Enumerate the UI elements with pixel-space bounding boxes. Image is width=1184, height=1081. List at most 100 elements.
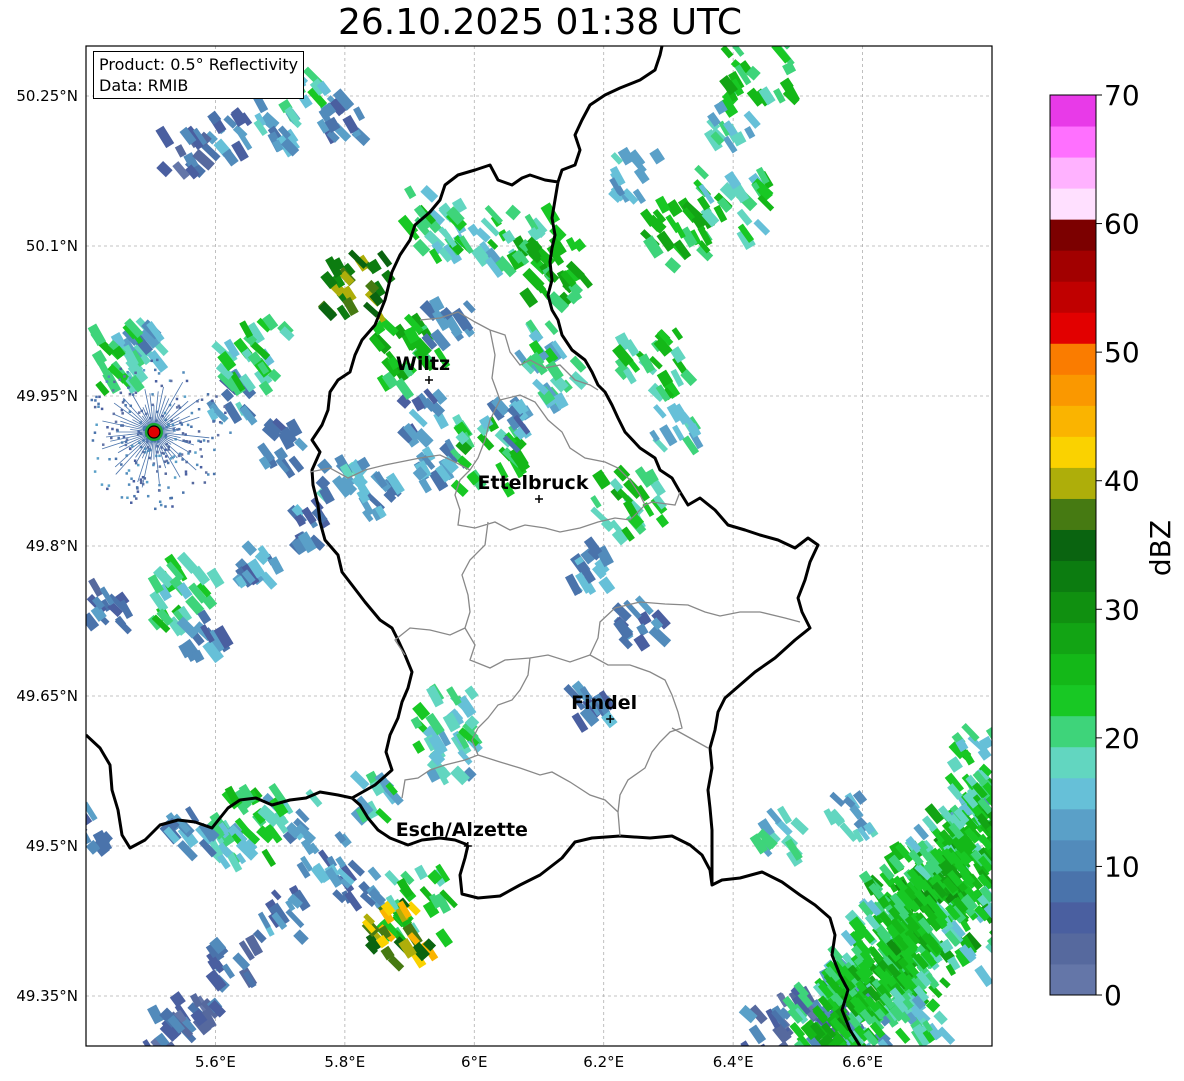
colorbar-segment — [1050, 808, 1096, 841]
reflectivity-echo — [1007, 810, 1023, 827]
colorbar-segment — [1050, 529, 1096, 562]
reflectivity-echo — [167, 486, 170, 489]
reflectivity-echo — [202, 439, 206, 442]
lat-tick-label: 49.8°N — [26, 537, 78, 555]
reflectivity-echo — [223, 405, 226, 409]
colorbar-segment — [1050, 95, 1096, 127]
reflectivity-echo — [989, 852, 992, 875]
reflectivity-echo — [86, 354, 87, 374]
reflectivity-echo — [119, 391, 123, 395]
reflectivity-echo — [130, 477, 133, 480]
reflectivity-echo — [107, 484, 111, 487]
colorbar-segment — [1050, 591, 1096, 624]
reflectivity-echo — [1004, 785, 1020, 802]
colorbar: 0 10 20 30 40 50 60 70 dBZ — [1049, 79, 1177, 1012]
reflectivity-echo — [126, 370, 129, 374]
reflectivity-echo — [1000, 959, 1013, 973]
reflectivity-echo — [133, 459, 137, 462]
reflectivity-echo — [96, 457, 100, 460]
reflectivity-echo — [993, 962, 1009, 980]
reflectivity-echo — [177, 404, 181, 408]
reflectivity-echo — [997, 776, 1013, 793]
reflectivity-echo — [768, 1049, 781, 1063]
lon-tick-label: 5.8°E — [324, 1053, 365, 1071]
colorbar-segment — [1050, 126, 1096, 158]
reflectivity-echo — [1012, 812, 1028, 829]
reflectivity-echo — [127, 469, 131, 472]
reflectivity-echo — [819, 1058, 835, 1075]
reflectivity-echo — [1017, 752, 1033, 769]
reflectivity-echo — [93, 405, 97, 409]
reflectivity-echo — [130, 501, 133, 504]
reflectivity-echo — [113, 380, 116, 384]
reflectivity-echo — [184, 473, 188, 476]
product-text: Product: 0.5° Reflectivity — [99, 55, 299, 74]
colorbar-segment — [1050, 560, 1096, 593]
reflectivity-echo — [784, 1049, 800, 1066]
reflectivity-echo — [203, 481, 207, 484]
reflectivity-echo — [212, 419, 216, 423]
reflectivity-echo — [818, 1067, 834, 1081]
reflectivity-echo — [114, 457, 118, 461]
reflectivity-echo — [1000, 832, 1016, 849]
reflectivity-echo — [996, 790, 1012, 807]
radar-map-figure: Wiltz Ettelbruck Findel Esch/Alzette 50.25°… — [16, 26, 1177, 1081]
reflectivity-echo — [164, 455, 168, 458]
reflectivity-echo — [112, 412, 116, 416]
reflectivity-echo — [132, 479, 136, 483]
reflectivity-echo — [125, 472, 128, 475]
colorbar-segment — [1050, 684, 1096, 717]
reflectivity-echo — [212, 472, 216, 476]
reflectivity-echo — [790, 1056, 806, 1073]
reflectivity-echo — [97, 405, 100, 408]
colorbar-tick-label: 20 — [1104, 722, 1140, 755]
reflectivity-echo — [997, 789, 1010, 805]
reflectivity-echo — [197, 407, 201, 411]
reflectivity-echo — [218, 420, 222, 424]
reflectivity-echo — [101, 443, 105, 446]
colorbar-segment — [1050, 622, 1096, 655]
reflectivity-echo — [142, 368, 146, 372]
reflectivity-echo — [160, 1049, 176, 1065]
reflectivity-echo — [211, 399, 214, 403]
colorbar-tick-label: 0 — [1104, 979, 1122, 1012]
radar-site-marker — [147, 425, 161, 439]
reflectivity-echo — [117, 436, 120, 440]
reflectivity-echo — [997, 949, 1015, 971]
reflectivity-echo — [64, 360, 83, 382]
reflectivity-echo — [134, 391, 138, 394]
reflectivity-echo — [199, 448, 202, 451]
reflectivity-echo — [166, 461, 170, 465]
reflectivity-echo — [173, 476, 177, 479]
reflectivity-echo — [795, 1052, 811, 1069]
reflectivity-echo — [171, 505, 174, 508]
colorbar-segment — [1050, 436, 1096, 468]
reflectivity-echo — [98, 395, 101, 399]
reflectivity-echo — [183, 395, 187, 398]
colorbar-tick-label: 30 — [1104, 593, 1140, 626]
colorbar-segment — [1050, 312, 1096, 344]
reflectivity-echo — [137, 411, 141, 414]
reflectivity-echo — [194, 451, 197, 454]
map-plot-area[interactable]: Wiltz Ettelbruck Findel Esch/Alzette — [64, 26, 1037, 1081]
reflectivity-echo — [1011, 765, 1024, 778]
reflectivity-echo — [190, 411, 194, 415]
reflectivity-echo — [811, 1053, 827, 1070]
city-label: Wiltz — [396, 353, 450, 375]
reflectivity-echo — [1007, 843, 1023, 860]
lat-tick-label: 49.65°N — [16, 687, 78, 705]
reflectivity-echo — [135, 486, 139, 489]
colorbar-segment — [1050, 374, 1096, 406]
colorbar-tick-label: 10 — [1104, 850, 1140, 883]
reflectivity-echo — [127, 483, 131, 486]
reflectivity-echo — [195, 463, 199, 467]
reflectivity-echo — [200, 398, 204, 401]
reflectivity-echo — [169, 379, 173, 383]
reflectivity-echo — [996, 959, 1016, 982]
reflectivity-echo — [95, 395, 98, 399]
reflectivity-echo — [214, 410, 217, 414]
reflectivity-echo — [105, 380, 109, 383]
reflectivity-echo — [993, 882, 1007, 900]
reflectivity-echo — [996, 788, 1012, 805]
reflectivity-echo — [190, 425, 193, 428]
